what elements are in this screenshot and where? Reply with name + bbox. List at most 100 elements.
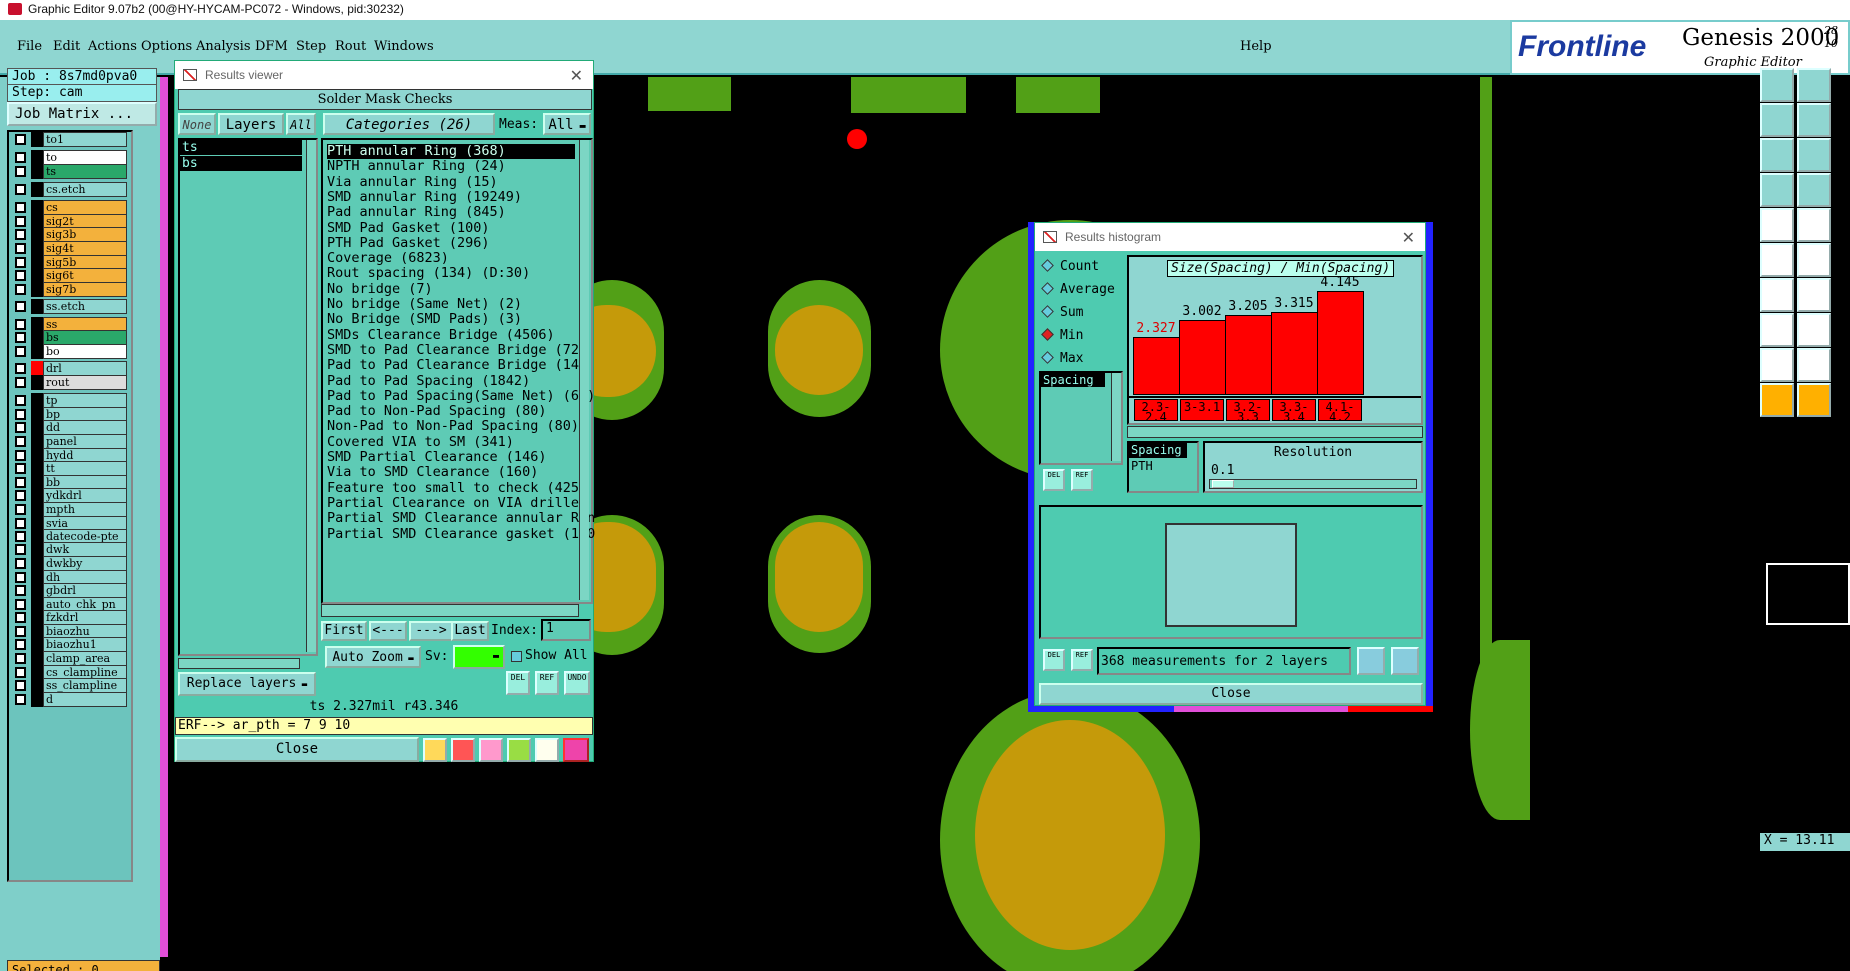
tool-icon[interactable] [479, 738, 503, 762]
layer-name[interactable]: to [43, 150, 127, 165]
layer-row[interactable]: sig4t [11, 241, 131, 256]
tool-icon[interactable] [1797, 68, 1831, 102]
layer-checkbox[interactable] [15, 504, 26, 515]
layer-row[interactable]: d [11, 692, 131, 707]
category-item[interactable]: SMD Partial Clearance (146) [327, 450, 575, 465]
sv-color-dropdown[interactable]: ▬ [453, 645, 505, 669]
layer-name[interactable]: sig3b [43, 227, 127, 242]
tool-icon[interactable] [1760, 68, 1794, 102]
menu-file[interactable]: File [17, 39, 42, 54]
meas-dropdown[interactable]: All ▬ [543, 113, 591, 135]
layer-row[interactable]: tt [11, 461, 131, 476]
layer-name[interactable]: panel [43, 434, 127, 449]
category-item[interactable]: Coverage (6823) [327, 251, 575, 266]
layer-checkbox[interactable] [15, 599, 26, 610]
tool-icon[interactable] [451, 738, 475, 762]
layer-checkbox[interactable] [15, 184, 26, 195]
layer-checkbox[interactable] [15, 363, 26, 374]
tool-icon[interactable] [423, 738, 447, 762]
category-item[interactable]: SMD annular Ring (19249) [327, 189, 575, 205]
next-button[interactable]: ---> [409, 621, 453, 641]
layer-checkbox[interactable] [15, 422, 26, 433]
ref-button[interactable]: REF [535, 671, 559, 695]
layer-checkbox[interactable] [15, 134, 26, 145]
tool-icon[interactable] [507, 738, 531, 762]
category-item[interactable]: SMDs Clearance Bridge (4506) [327, 327, 575, 343]
show-all-checkbox[interactable] [511, 651, 522, 662]
layer-checkbox[interactable] [15, 270, 26, 281]
layer-name[interactable]: sig6t [43, 268, 127, 283]
vertical-scrollbar[interactable] [306, 140, 316, 652]
layer-row[interactable]: to1 [11, 132, 131, 147]
layer-name[interactable]: cs.etch [43, 182, 127, 197]
bin-label[interactable]: 3.3-3.4 [1272, 399, 1316, 421]
layer-result-item[interactable]: ts [180, 140, 302, 155]
category-item[interactable]: Pad annular Ring (845) [327, 205, 575, 220]
mode-sum-radio[interactable]: Sum [1041, 305, 1083, 320]
layer-checkbox[interactable] [15, 257, 26, 268]
layer-name[interactable]: gbdrl [43, 583, 127, 598]
layer-name[interactable]: sig7b [43, 282, 127, 297]
category-item[interactable]: SMD Pad Gasket (100) [327, 220, 575, 236]
layer-checkbox[interactable] [15, 284, 26, 295]
layer-name[interactable]: ydkdrl [43, 488, 127, 503]
category-item[interactable]: Pad to Pad Spacing(Same Net) (61) [327, 388, 595, 404]
mode-min-radio[interactable]: Min [1041, 328, 1083, 343]
layer-checkbox[interactable] [15, 450, 26, 461]
auto-zoom-dropdown[interactable]: Auto Zoom ▬ [325, 646, 421, 668]
category-item[interactable]: No bridge (7) [327, 281, 575, 297]
vertical-scrollbar[interactable] [579, 140, 589, 600]
category-item[interactable]: Rout spacing (134) (D:30) [327, 266, 575, 281]
histogram-bar[interactable] [1133, 337, 1180, 395]
layer-checkbox[interactable] [15, 639, 26, 650]
layer-checkbox[interactable] [15, 653, 26, 664]
zoom-out-icon[interactable] [1391, 647, 1419, 675]
meas-type-list[interactable]: Spacing PTH [1127, 441, 1199, 493]
category-item[interactable]: No Bridge (SMD Pads) (3) [327, 312, 575, 327]
layer-name[interactable]: clamp_area [43, 651, 127, 666]
tool-icon[interactable] [1797, 313, 1831, 347]
layer-checkbox[interactable] [15, 436, 26, 447]
resolution-slider[interactable] [1209, 479, 1417, 489]
del-button[interactable]: DEL [506, 671, 530, 695]
measure-item[interactable]: Spacing [1041, 373, 1105, 387]
layer-name[interactable]: tp [43, 393, 127, 408]
measure-list[interactable]: Spacing [1039, 371, 1123, 465]
layer-name[interactable]: sig4t [43, 241, 127, 256]
last-button[interactable]: Last [451, 621, 489, 641]
category-item[interactable]: Via annular Ring (15) [327, 174, 575, 190]
tool-icon[interactable] [1797, 103, 1831, 137]
index-input[interactable]: 1 [541, 619, 591, 641]
layer-checkbox[interactable] [15, 585, 26, 596]
layer-name[interactable]: dwkby [43, 556, 127, 571]
horizontal-scrollbar[interactable] [1127, 426, 1423, 438]
layer-checkbox[interactable] [15, 667, 26, 678]
tool-icon[interactable] [1760, 103, 1794, 137]
category-item[interactable]: PTH Pad Gasket (296) [327, 235, 575, 251]
tool-icon[interactable] [1760, 243, 1794, 277]
tool-icon[interactable] [1797, 208, 1831, 242]
line-icon[interactable] [1760, 278, 1794, 312]
layer-result-list[interactable]: ts bs [178, 138, 318, 656]
layer-checkbox[interactable] [15, 612, 26, 623]
histogram-icon[interactable] [563, 738, 589, 762]
undo-button[interactable]: UNDO [564, 671, 590, 695]
menu-options[interactable]: Options [141, 39, 192, 54]
layer-name[interactable]: to1 [43, 132, 127, 147]
layer-name[interactable]: rout [43, 375, 127, 390]
vertical-scrollbar[interactable] [1111, 373, 1121, 461]
tool-icon[interactable] [1760, 208, 1794, 242]
layer-row[interactable]: biaozhu1 [11, 637, 131, 652]
ref-button[interactable]: REF [1071, 649, 1093, 671]
category-item[interactable]: Feature too small to check (425) [327, 480, 587, 496]
layer-checkbox[interactable] [15, 518, 26, 529]
layer-checkbox[interactable] [15, 490, 26, 501]
layer-row[interactable]: ss_clampline [11, 678, 131, 693]
layer-row[interactable]: ydkdrl [11, 488, 131, 503]
histogram-close-button[interactable]: Close [1039, 683, 1423, 705]
del-button[interactable]: DEL [1043, 649, 1065, 671]
menu-help[interactable]: Help [1240, 39, 1272, 54]
layer-name[interactable]: biaozhu1 [43, 637, 127, 652]
mode-average-radio[interactable]: Average [1041, 282, 1115, 297]
menu-step[interactable]: Step [296, 39, 326, 54]
